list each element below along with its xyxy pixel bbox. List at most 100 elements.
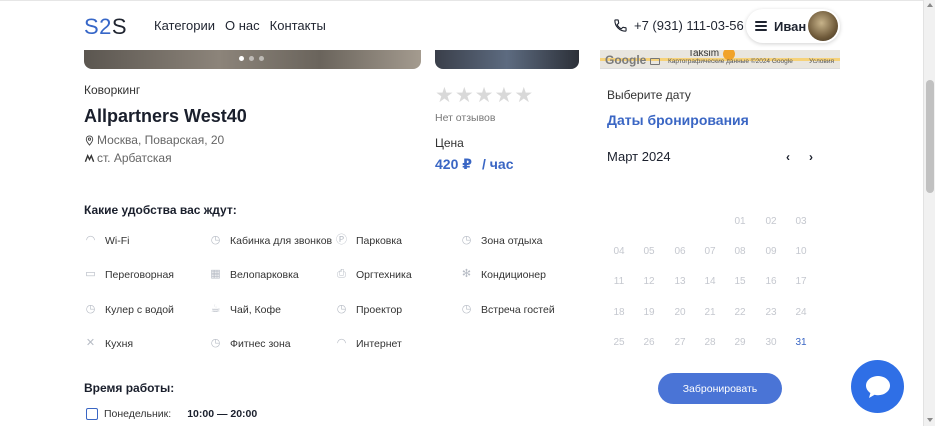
calendar-day[interactable]: 17 xyxy=(789,276,813,287)
nav-about[interactable]: О нас xyxy=(225,18,260,33)
clock-icon: ◷ xyxy=(461,234,472,246)
star-icon: ★ xyxy=(494,84,514,107)
calendar-day[interactable]: 26 xyxy=(637,337,661,348)
keyboard-icon[interactable] xyxy=(650,58,660,65)
amenity-label: Кулер с водой xyxy=(105,303,174,316)
user-name: Иван xyxy=(774,18,807,34)
amenity-label: Парковка xyxy=(356,234,403,247)
calendar-day[interactable]: 25 xyxy=(607,337,631,348)
calendar-day[interactable]: 18 xyxy=(607,307,631,318)
venue-address: Москва, Поварская, 20 xyxy=(84,133,224,147)
book-button[interactable]: Забронировать xyxy=(658,373,782,404)
chat-bubble-icon xyxy=(865,375,890,398)
venue-type: Коворкинг xyxy=(84,83,141,97)
amenity-item: ◷ Проектор xyxy=(335,303,402,316)
calendar-day[interactable]: 14 xyxy=(698,276,722,287)
clock-icon: ◷ xyxy=(336,303,347,315)
calendar-day[interactable]: 13 xyxy=(668,276,692,287)
calendar-day[interactable]: 20 xyxy=(668,307,692,318)
chat-bubble-icon: ▭ xyxy=(85,268,96,280)
calendar-day[interactable]: 12 xyxy=(637,276,661,287)
amenity-item: ◷ Кулер с водой xyxy=(84,303,174,316)
calendar-day[interactable]: 11 xyxy=(607,276,631,287)
calendar-day[interactable]: 27 xyxy=(668,337,692,348)
phone-icon xyxy=(614,19,627,32)
calendar-day[interactable]: 09 xyxy=(759,246,783,257)
amenity-item: Ⓟ Парковка xyxy=(335,234,402,247)
star-icon: ★ xyxy=(435,84,454,107)
amenity-label: Переговорная xyxy=(105,268,174,281)
amenity-item: ▦ Велопарковка xyxy=(209,268,299,281)
calendar-day[interactable]: 19 xyxy=(637,307,661,318)
nav-contacts[interactable]: Контакты xyxy=(270,18,326,33)
rating-stars: ★ ★ ★ ★ ★ xyxy=(435,84,534,107)
clock-icon: ◷ xyxy=(210,234,221,246)
hours-time: 10:00 — 20:00 xyxy=(187,408,258,420)
bike-icon: ▦ xyxy=(210,268,221,280)
calendar-day[interactable]: 30 xyxy=(759,337,783,348)
booking-dates-link[interactable]: Даты бронирования xyxy=(607,112,749,128)
calendar-day[interactable]: 06 xyxy=(668,246,692,257)
map-data-credit: Картографические данные ©2024 Google xyxy=(668,58,793,65)
calendar-day[interactable]: 24 xyxy=(789,307,813,318)
metro-icon xyxy=(84,153,95,162)
calendar-day[interactable]: 08 xyxy=(728,246,752,257)
amenity-label: Чай, Кофе xyxy=(230,303,281,316)
venue-photo-secondary[interactable] xyxy=(435,50,579,69)
google-logo: Google xyxy=(605,53,647,67)
price: 420 ₽ / час xyxy=(435,156,514,172)
calendar-day[interactable]: 05 xyxy=(637,246,661,257)
calendar-day[interactable]: 29 xyxy=(728,337,752,348)
amenity-item: ◠ Интернет xyxy=(335,337,402,350)
amenity-item: ✻ Кондиционер xyxy=(460,268,546,281)
calendar-day[interactable]: 10 xyxy=(789,246,813,257)
next-month-button[interactable]: › xyxy=(809,150,813,164)
amenity-label: Кондиционер xyxy=(481,268,546,281)
clock-icon: ◷ xyxy=(85,303,96,315)
logo[interactable]: S2S xyxy=(84,14,127,40)
calendar-day[interactable]: 03 xyxy=(789,216,813,227)
calendar-day[interactable]: 01 xyxy=(728,216,752,227)
amenity-label: Фитнес зона xyxy=(230,337,291,350)
calendar-day[interactable]: 07 xyxy=(698,246,722,257)
scroll-thumb[interactable] xyxy=(926,80,934,193)
gallery-dot[interactable] xyxy=(259,56,264,61)
amenity-item: ◠ Wi-Fi xyxy=(84,234,130,247)
calendar-month: Март 2024 xyxy=(607,149,671,164)
amenity-item: ◷ Встреча гостей xyxy=(460,303,555,316)
scroll-up-arrow[interactable] xyxy=(927,3,933,7)
calendar-day[interactable]: 23 xyxy=(759,307,783,318)
phone-link[interactable]: +7 (931) 111-03-56 xyxy=(613,18,744,33)
gallery-dot[interactable] xyxy=(239,56,244,61)
calendar-day[interactable]: 28 xyxy=(698,337,722,348)
chat-button[interactable] xyxy=(851,360,904,413)
calendar-day[interactable]: 22 xyxy=(728,307,752,318)
scroll-down-arrow[interactable] xyxy=(927,418,933,422)
amenity-item: ⎙ Оргтехника xyxy=(335,268,412,281)
gallery-dot[interactable] xyxy=(249,56,254,61)
amenity-label: Велопарковка xyxy=(230,268,299,281)
star-icon: ★ xyxy=(454,84,474,107)
page-scrollbar[interactable] xyxy=(923,0,935,426)
site-header: S2S Категории О нас Контакты +7 (931) 11… xyxy=(0,0,923,50)
avatar xyxy=(808,11,838,41)
star-icon: ★ xyxy=(514,84,534,107)
calendar-day[interactable]: 21 xyxy=(698,307,722,318)
prev-month-button[interactable]: ‹ xyxy=(786,150,790,164)
user-menu[interactable]: Иван xyxy=(746,9,840,43)
printer-icon: ⎙ xyxy=(337,268,346,280)
nav-categories[interactable]: Категории xyxy=(154,18,215,33)
price-label: Цена xyxy=(435,136,464,150)
phone-number: +7 (931) 111-03-56 xyxy=(634,18,744,33)
calendar-day[interactable]: 04 xyxy=(607,246,631,257)
calendar-day[interactable]: 31 xyxy=(789,337,813,348)
location-pin-icon xyxy=(85,134,94,146)
amenity-item: ◷ Зона отдыха xyxy=(460,234,543,247)
calendar-day[interactable]: 02 xyxy=(759,216,783,227)
calendar-day[interactable]: 15 xyxy=(728,276,752,287)
parking-icon: Ⓟ xyxy=(336,234,347,246)
map-terms-link[interactable]: Условия xyxy=(809,58,834,65)
calendar-day[interactable]: 16 xyxy=(759,276,783,287)
amenity-label: Кухня xyxy=(105,337,134,350)
amenity-item: ◷ Кабинка для звонков xyxy=(209,234,332,247)
